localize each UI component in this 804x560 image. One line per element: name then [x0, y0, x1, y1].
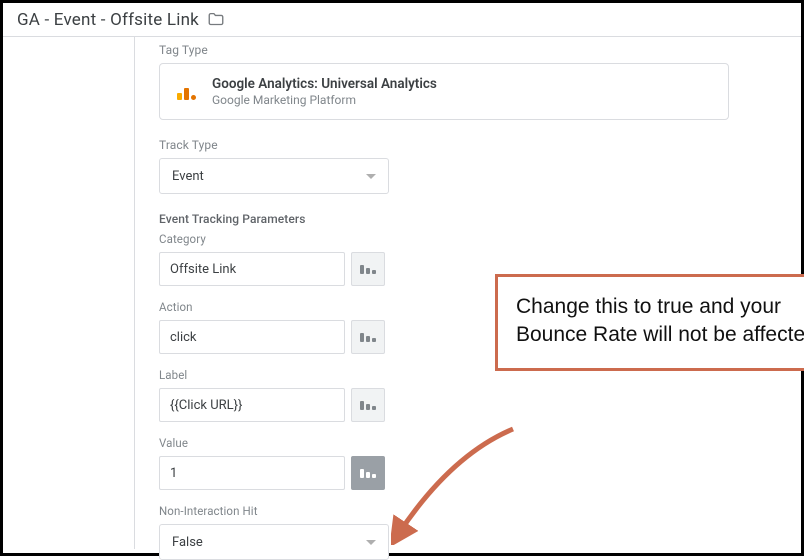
chevron-down-icon	[366, 174, 376, 179]
label-input[interactable]	[159, 388, 345, 422]
annotation-callout: Change this to true and your Bounce Rate…	[495, 274, 804, 371]
lego-icon	[360, 333, 376, 342]
lego-icon	[360, 265, 376, 274]
tag-type-label: Tag Type	[159, 43, 801, 57]
value-input[interactable]	[159, 456, 345, 490]
non-interaction-select[interactable]: False	[159, 524, 389, 560]
track-type-select[interactable]: Event	[159, 158, 389, 194]
variable-picker-button[interactable]	[351, 456, 385, 490]
event-params-heading: Event Tracking Parameters	[159, 212, 801, 226]
chevron-down-icon	[366, 540, 376, 545]
track-type-label: Track Type	[159, 138, 801, 152]
variable-picker-button[interactable]	[351, 252, 385, 286]
track-type-value: Event	[172, 169, 204, 184]
tag-type-name: Google Analytics: Universal Analytics	[212, 76, 437, 92]
category-input[interactable]	[159, 252, 345, 286]
google-analytics-icon	[174, 80, 198, 104]
left-sidebar	[3, 37, 135, 549]
tag-type-platform: Google Marketing Platform	[212, 93, 437, 107]
variable-picker-button[interactable]	[351, 320, 385, 354]
tag-type-card[interactable]: Google Analytics: Universal Analytics Go…	[159, 63, 729, 120]
header-bar: GA - Event - Offsite Link	[3, 3, 801, 37]
value-label: Value	[159, 436, 801, 450]
tag-config-panel: Tag Type Google Analytics: Universal Ana…	[135, 37, 801, 549]
variable-picker-button[interactable]	[351, 388, 385, 422]
page-title: GA - Event - Offsite Link	[17, 10, 199, 30]
action-input[interactable]	[159, 320, 345, 354]
lego-icon	[360, 469, 376, 478]
folder-icon[interactable]	[207, 11, 225, 30]
non-interaction-label: Non-Interaction Hit	[159, 504, 801, 518]
lego-icon	[360, 401, 376, 410]
annotation-text: Change this to true and your Bounce Rate…	[516, 295, 804, 346]
category-label: Category	[159, 232, 801, 246]
non-interaction-value: False	[172, 535, 203, 550]
